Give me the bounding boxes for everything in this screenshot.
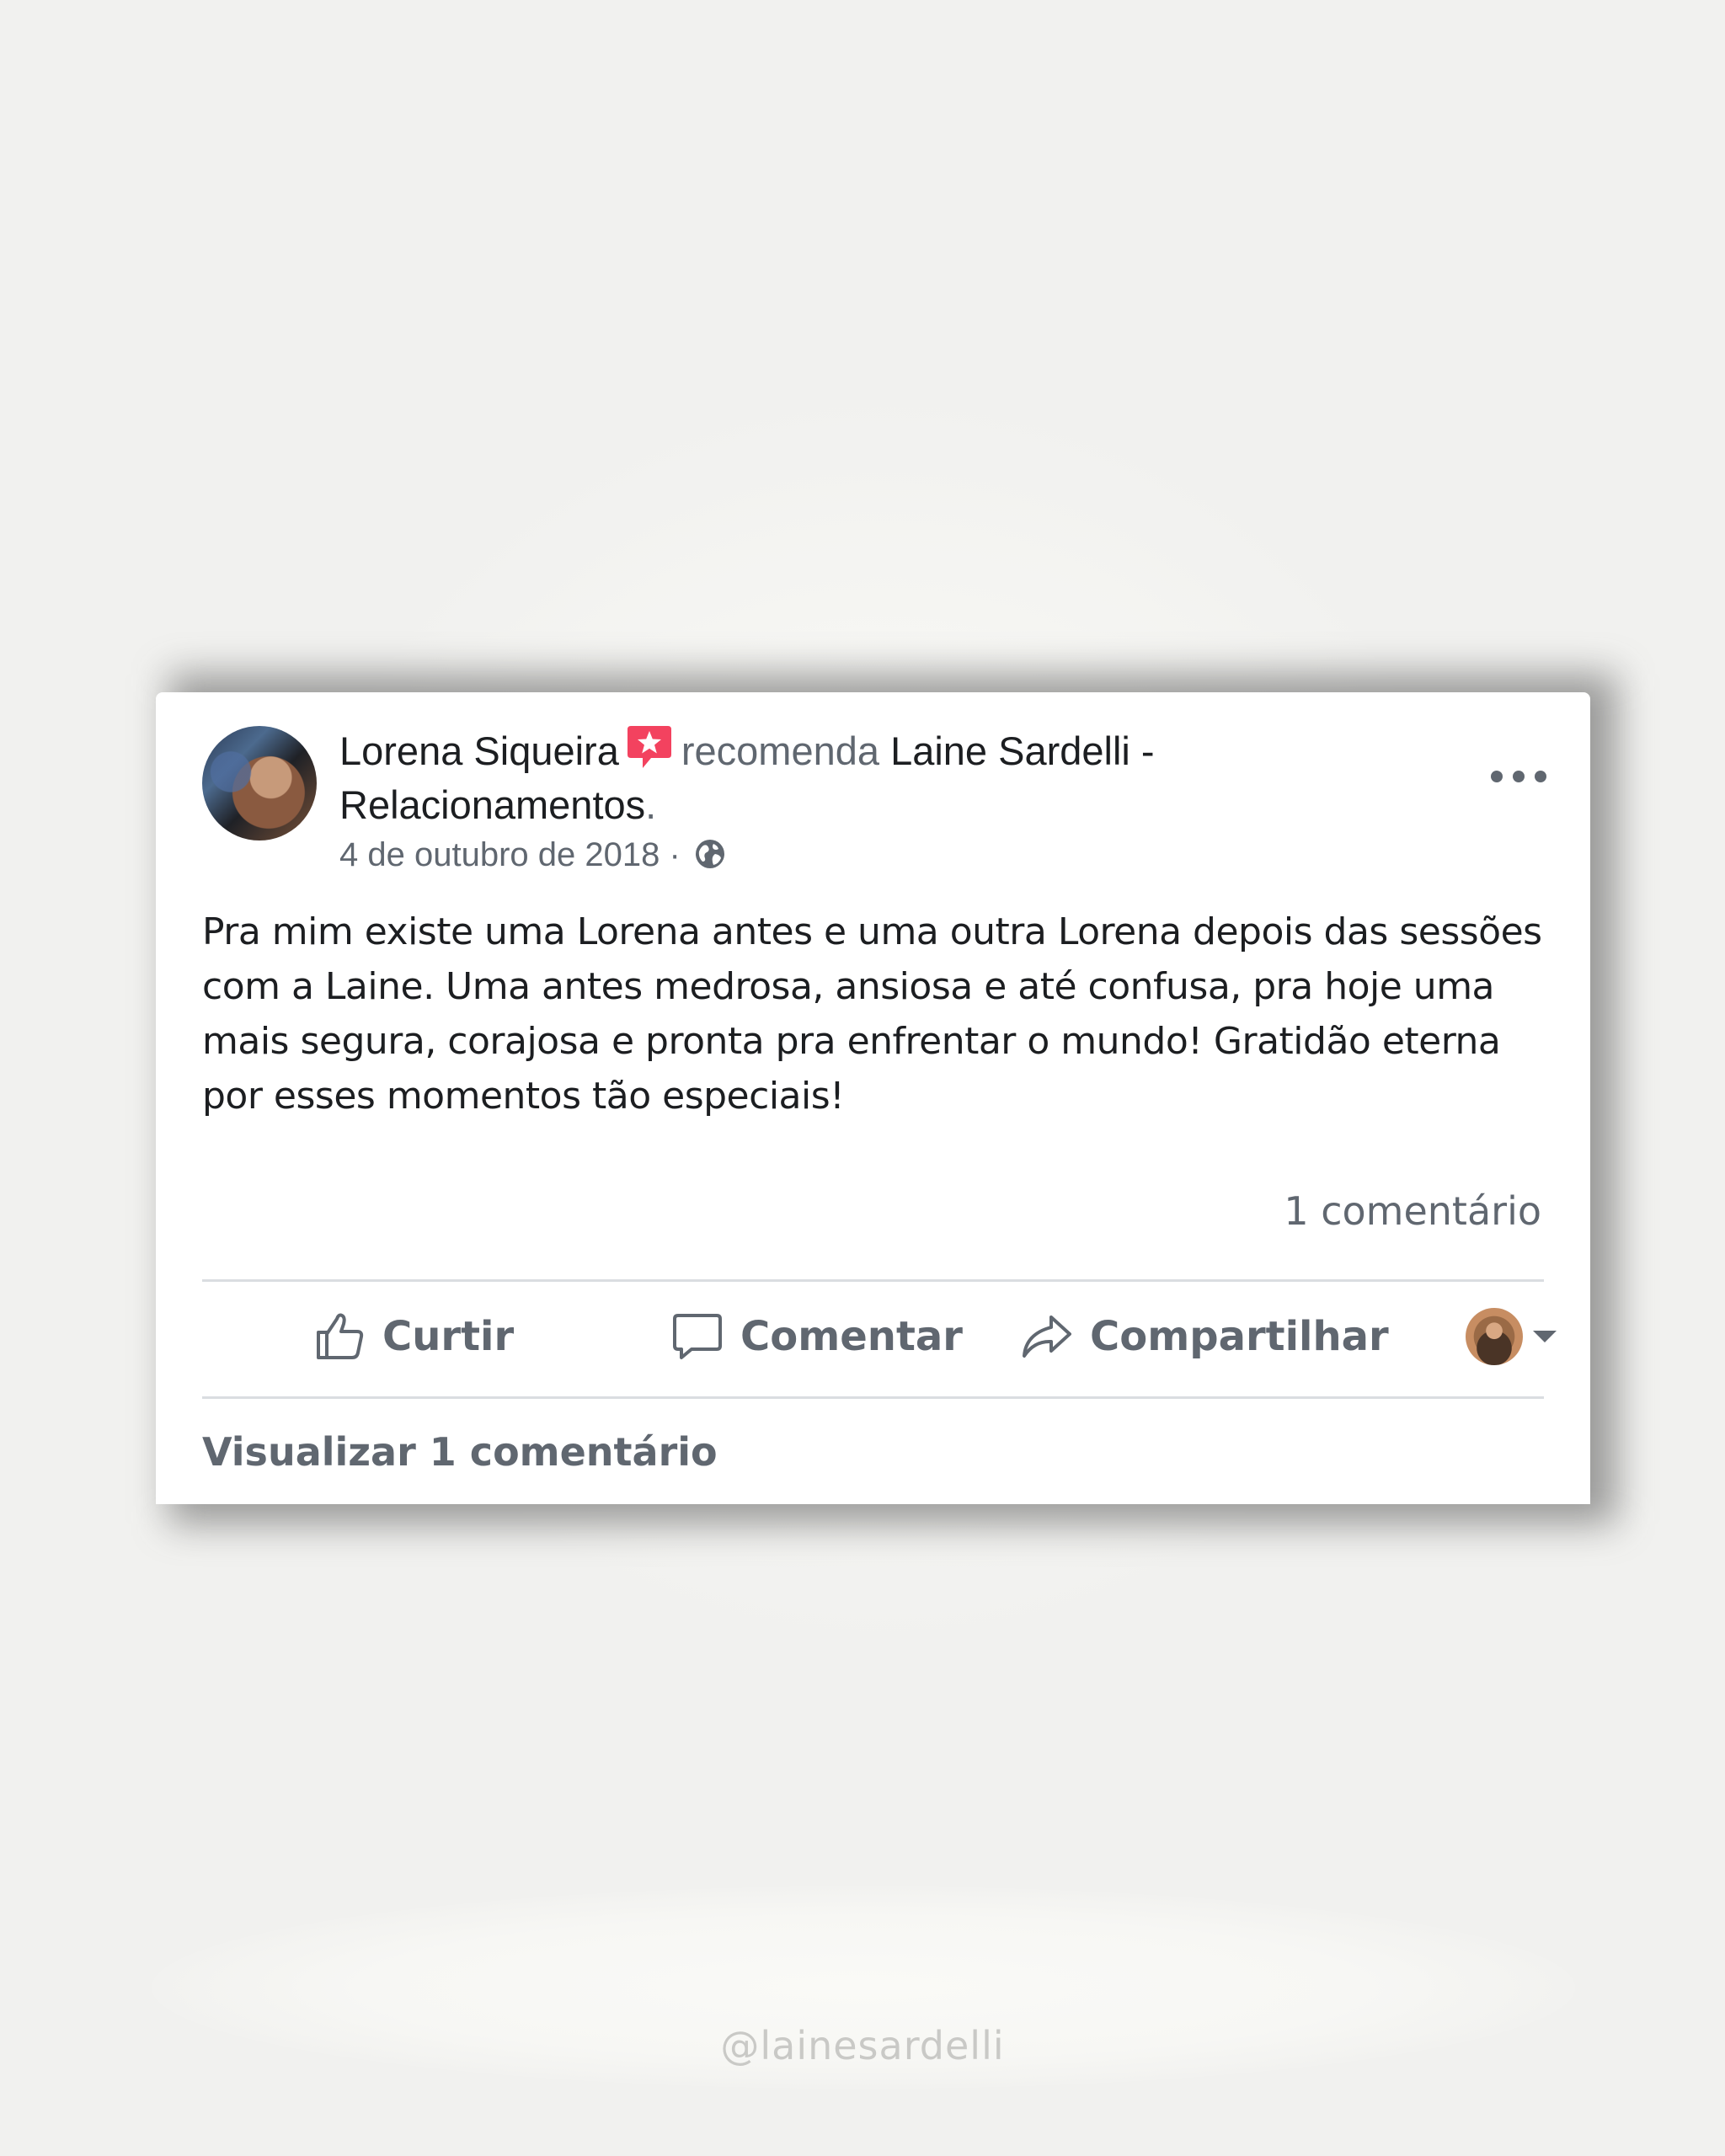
date-separator: · — [660, 836, 690, 873]
page-name-line2: Relacionamentos — [339, 782, 646, 827]
share-arrow-icon — [1023, 1315, 1071, 1358]
speech-bubble-icon — [673, 1314, 722, 1359]
post-meta: 4 de outubro de 2018 · — [339, 834, 727, 876]
globe-icon — [693, 837, 727, 871]
user-avatar — [1466, 1308, 1523, 1365]
more-dot — [1491, 771, 1503, 782]
share-button[interactable]: Compartilhar — [1019, 1282, 1389, 1391]
recommendation-post-card: Lorena Siqueira recomenda Laine Sardelli … — [156, 692, 1590, 1504]
caret-down-icon — [1533, 1331, 1557, 1342]
share-label: Compartilhar — [1090, 1313, 1389, 1360]
recommend-verb: recomenda — [681, 728, 879, 773]
instagram-handle: @lainesardelli — [720, 2023, 1005, 2068]
post-header: Lorena Siqueira recomenda Laine Sardelli … — [339, 724, 1350, 832]
thumbs-up-icon — [317, 1313, 364, 1359]
like-button[interactable]: Curtir — [312, 1282, 514, 1391]
comment-count[interactable]: 1 comentário — [1284, 1186, 1541, 1236]
action-bar: Curtir Comentar Compartilhar — [202, 1282, 1557, 1391]
more-options-icon[interactable] — [1491, 768, 1546, 785]
comment-label: Comentar — [740, 1313, 963, 1360]
more-dot — [1513, 771, 1525, 782]
page-name-line1: Laine Sardelli - — [890, 728, 1155, 773]
more-dot — [1535, 771, 1546, 782]
view-comments-link[interactable]: Visualizar 1 comentário — [202, 1427, 718, 1477]
like-label: Curtir — [382, 1313, 515, 1360]
divider-bottom — [202, 1396, 1544, 1399]
comment-button[interactable]: Comentar — [670, 1282, 963, 1391]
recommend-star-icon — [626, 724, 673, 768]
post-date[interactable]: 4 de outubro de 2018 — [339, 836, 660, 873]
audience-selector[interactable] — [1466, 1282, 1557, 1391]
author-avatar[interactable] — [202, 726, 317, 841]
page-suffix: . — [645, 782, 657, 827]
author-name[interactable]: Lorena Siqueira — [339, 728, 619, 773]
post-body: Pra mim existe uma Lorena antes e uma ou… — [202, 910, 1542, 1118]
